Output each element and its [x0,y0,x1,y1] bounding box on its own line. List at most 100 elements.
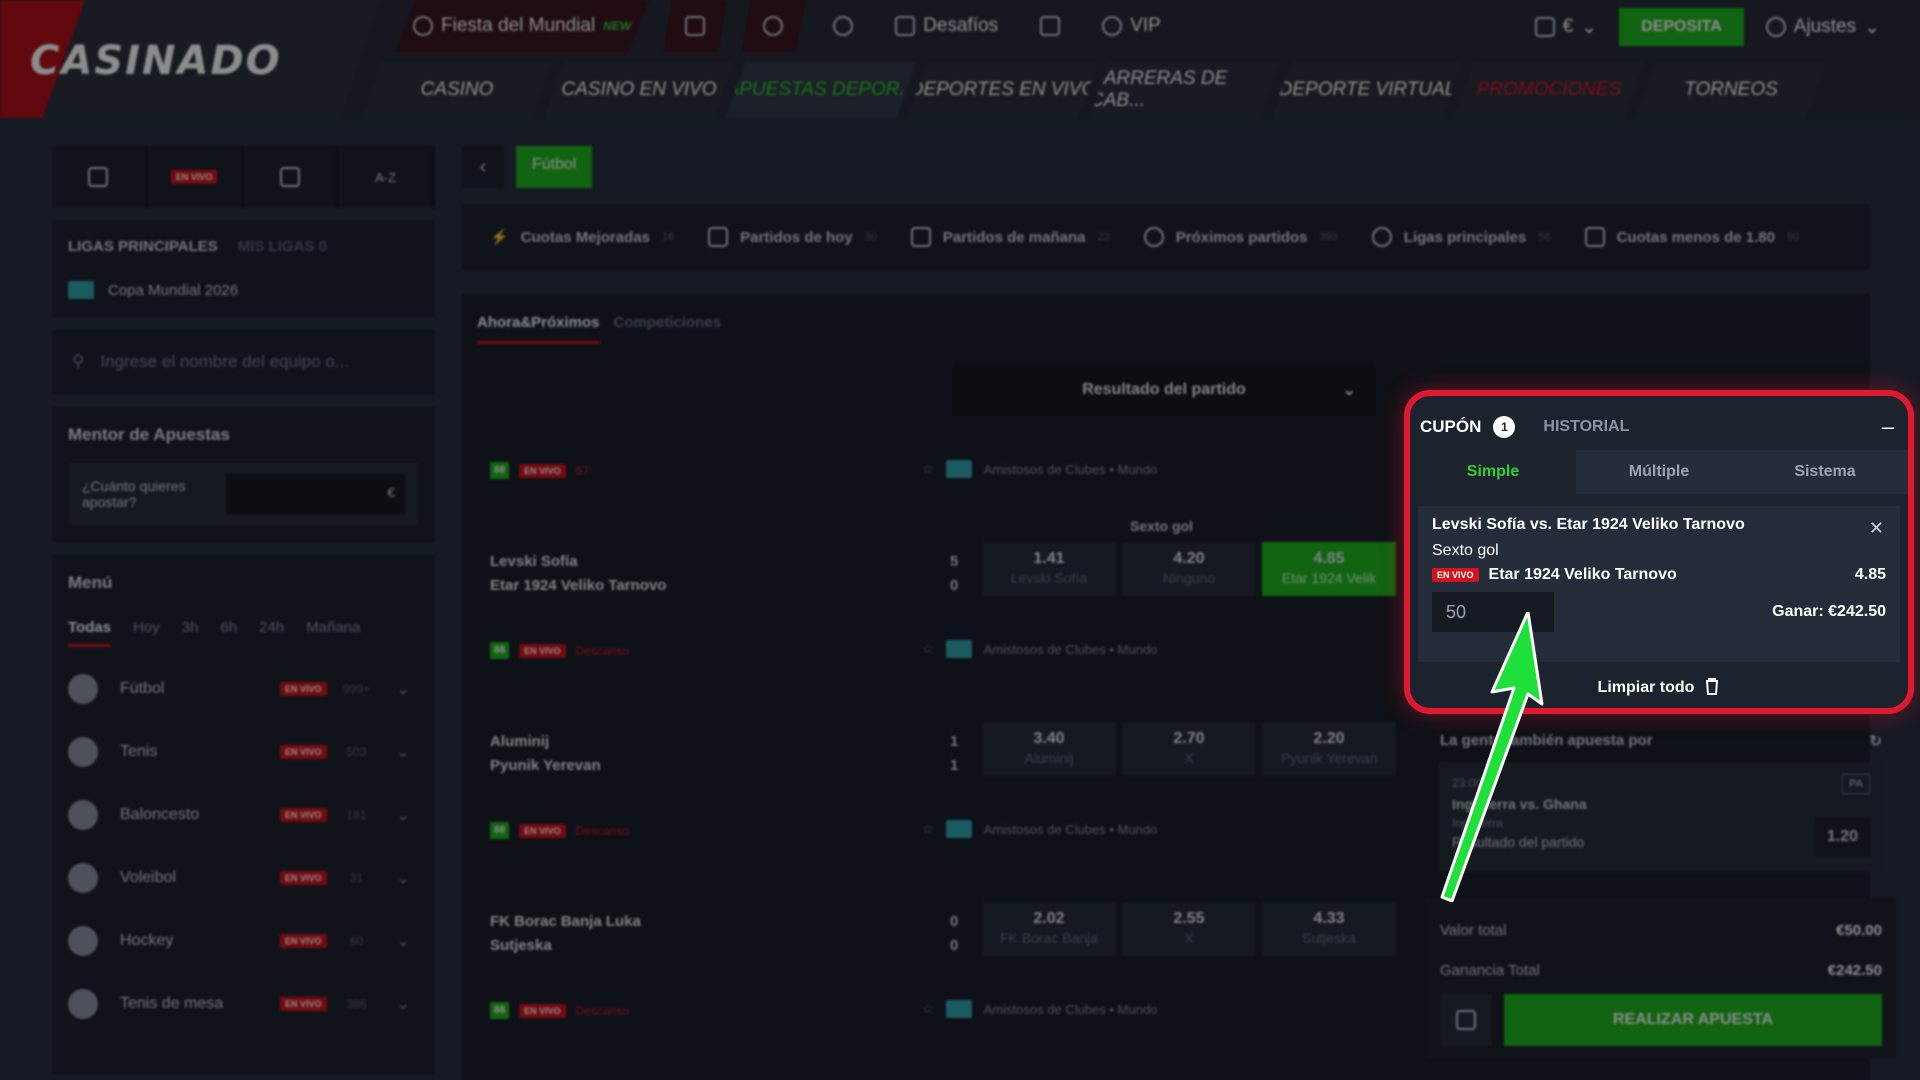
sport-row[interactable]: Voleibol EN VIVO 31 ⌄ [68,846,419,909]
close-icon[interactable]: ✕ [1869,518,1884,539]
star-icon[interactable]: ☆ [922,641,934,657]
tab-mis-ligas[interactable]: MIS LIGAS 0 [238,238,327,255]
settings-menu[interactable]: Ajustes ⌄ [1765,16,1880,39]
search-input[interactable]: Ingrese el nombre del equipo o... [100,352,349,372]
time-tab-hoy[interactable]: Hoy [133,619,160,647]
home-tab[interactable] [52,146,148,208]
also-bet-match: Inglaterra vs. Ghana [1452,796,1587,812]
league-label: Amistosos de Clubes • Mundo [983,821,1158,837]
p-button[interactable] [819,0,867,52]
calendar-tab[interactable] [244,146,340,208]
nav-torneos[interactable]: TORNEOS [1636,62,1826,118]
sport-name: Voleibol [120,868,177,886]
logo[interactable]: CASINADO [0,0,380,118]
fiesta-mundial-link[interactable]: Fiesta del Mundial NEW [395,0,650,52]
place-bet-button[interactable]: REALIZAR APUESTA [1504,994,1882,1046]
away-score: 0 [950,577,959,594]
match-row[interactable]: Levski Sofía Etar 1924 Veliko Tarnovo 50 … [490,542,1490,610]
sport-row[interactable]: Hockey EN VIVO 60 ⌄ [68,909,419,972]
odd-button[interactable]: 3.40 Aluminij [982,722,1116,776]
bet-item: Levski Sofía vs. Etar 1924 Veliko Tarnov… [1418,506,1900,662]
match-row[interactable]: Aluminij Pyunik Yerevan 1 1 3.40 Aluminij 2… [490,722,1490,790]
mentor-amount-input[interactable]: € [226,474,405,514]
nav-carreras[interactable]: CARRERAS DE CAB... [1090,62,1280,118]
odd-button[interactable]: 2.55 X [1122,902,1256,956]
odd-button[interactable]: 2.02 FK Borac Banja [982,902,1116,956]
clear-all-button[interactable]: Limpiar todo [1418,664,1900,708]
also-bet-odd[interactable]: 1.20 [1814,818,1870,856]
bookmark-button[interactable] [1440,994,1492,1046]
time-tab-todas[interactable]: Todas [68,619,112,647]
history-tab[interactable]: HISTORIAL [1543,418,1629,436]
filter-partidos-hoy[interactable]: Partidos de hoy 30 [708,227,877,247]
sport-count: 60 [349,933,364,948]
sport-row[interactable]: Baloncesto EN VIVO 181 ⌄ [68,783,419,846]
odd-button[interactable]: 2.20 Pyunik Yerevan [1262,722,1396,776]
filter-cuotas-menos[interactable]: Cuotas menos de 1.80 90 [1584,227,1799,247]
odd-button[interactable]: 4.33 Sutjeska [1262,902,1396,956]
odd-button[interactable]: 2.70 X [1122,722,1256,776]
chevron-down-icon: ⌄ [1864,16,1880,38]
sport-count: 999+ [343,681,371,696]
sport-row[interactable]: Tenis de mesa EN VIVO 386 ⌄ [68,972,419,1035]
trophy-icon [1371,227,1392,247]
nav-casino-en-vivo[interactable]: CASINO EN VIVO [544,62,734,118]
nav-apuestas-deportivas[interactable]: APUESTAS DEPOR... [726,62,916,118]
deposit-button[interactable]: DEPOSITA [1619,8,1744,46]
refresh-icon[interactable]: ↻ [1869,732,1882,750]
tab-sistema[interactable]: Sistema [1742,450,1908,494]
nav-deportes-en-vivo[interactable]: DEPORTES EN VIVO [908,62,1098,118]
desafios-link[interactable]: Desafíos [881,0,1012,52]
nav-deporte-virtual[interactable]: DEPORTE VIRTUAL [1272,62,1462,118]
cup-button[interactable] [741,0,806,52]
chevron-down-icon: ⌄ [396,932,410,950]
time-tab-3h[interactable]: 3h [182,619,199,647]
nav-casino[interactable]: CASINO [362,62,552,118]
tab-competiciones[interactable]: Competiciones [614,314,722,344]
gift-button[interactable] [1026,0,1074,52]
coupon-tab[interactable]: CUPÓN [1420,417,1481,437]
time-tab-24h[interactable]: 24h [259,619,284,647]
back-button[interactable]: ‹ [462,146,504,188]
book-button[interactable] [663,0,728,52]
filter-cuotas-mejoradas[interactable]: ⚡ Cuotas Mejoradas 16 [490,228,674,247]
odd-label: X [1184,930,1194,946]
vip-link[interactable]: VIP [1088,0,1175,52]
stake-input[interactable] [1432,592,1554,632]
sport-row[interactable]: Tenis EN VIVO 503 ⌄ [68,720,419,783]
nav-promociones[interactable]: PROMOCIONES [1454,62,1644,118]
tab-ahora-proximos[interactable]: Ahora&Próximos [477,314,600,344]
new-badge: NEW [603,19,632,33]
time-tab-6h[interactable]: 6h [220,619,237,647]
tab-simple[interactable]: Simple [1410,450,1576,494]
market-select[interactable]: Resultado del partido ⌄ [954,364,1374,416]
also-bet-card[interactable]: 23:00 Inglaterra vs. Ghana Inglaterra Re… [1438,762,1884,872]
wallet-selector[interactable]: € ⌄ [1534,16,1597,39]
filter-label: Cuotas menos de 1.80 [1616,228,1775,246]
calendar-icon [279,167,300,187]
star-icon[interactable]: ☆ [922,461,934,477]
filter-ligas-principales[interactable]: Ligas principales 56 [1371,227,1551,247]
sport-row[interactable]: Fútbol EN VIVO 999+ ⌄ [68,657,419,720]
tab-ligas-principales[interactable]: LIGAS PRINCIPALES [68,238,218,255]
home-team: Levski Sofía [490,553,578,570]
odd-button-selected[interactable]: 4.85 Etar 1924 Velik [1262,542,1396,596]
league-item[interactable]: Copa Mundial 2026 [68,281,419,299]
flag-icon [895,16,916,36]
live-badge: EN VIVO [1432,568,1479,582]
filter-proximos[interactable]: Próximos partidos 393 [1143,227,1338,247]
tab-multiple[interactable]: Múltiple [1576,450,1742,494]
star-icon[interactable]: ☆ [922,821,934,837]
time-tab-manana[interactable]: Mañana [306,619,360,647]
match-row[interactable]: FK Borac Banja Luka Sutjeska 0 0 2.02 FK Bo… [490,902,1490,970]
volleyball-icon [68,862,98,893]
sport-tag[interactable]: Fútbol [516,146,593,188]
odd-button[interactable]: 4.20 Ninguno [1122,542,1256,596]
az-tab[interactable]: A-Z [339,146,435,208]
odd-button[interactable]: 1.41 Levski Sofía [982,542,1116,596]
minimize-icon[interactable]: – [1882,414,1894,440]
team-search[interactable]: ⚲ Ingrese el nombre del equipo o... [52,329,435,395]
star-icon[interactable]: ☆ [922,1001,934,1017]
filter-partidos-manana[interactable]: Partidos de mañana 23 [910,227,1110,247]
live-tab[interactable]: EN VIVO [148,146,244,208]
